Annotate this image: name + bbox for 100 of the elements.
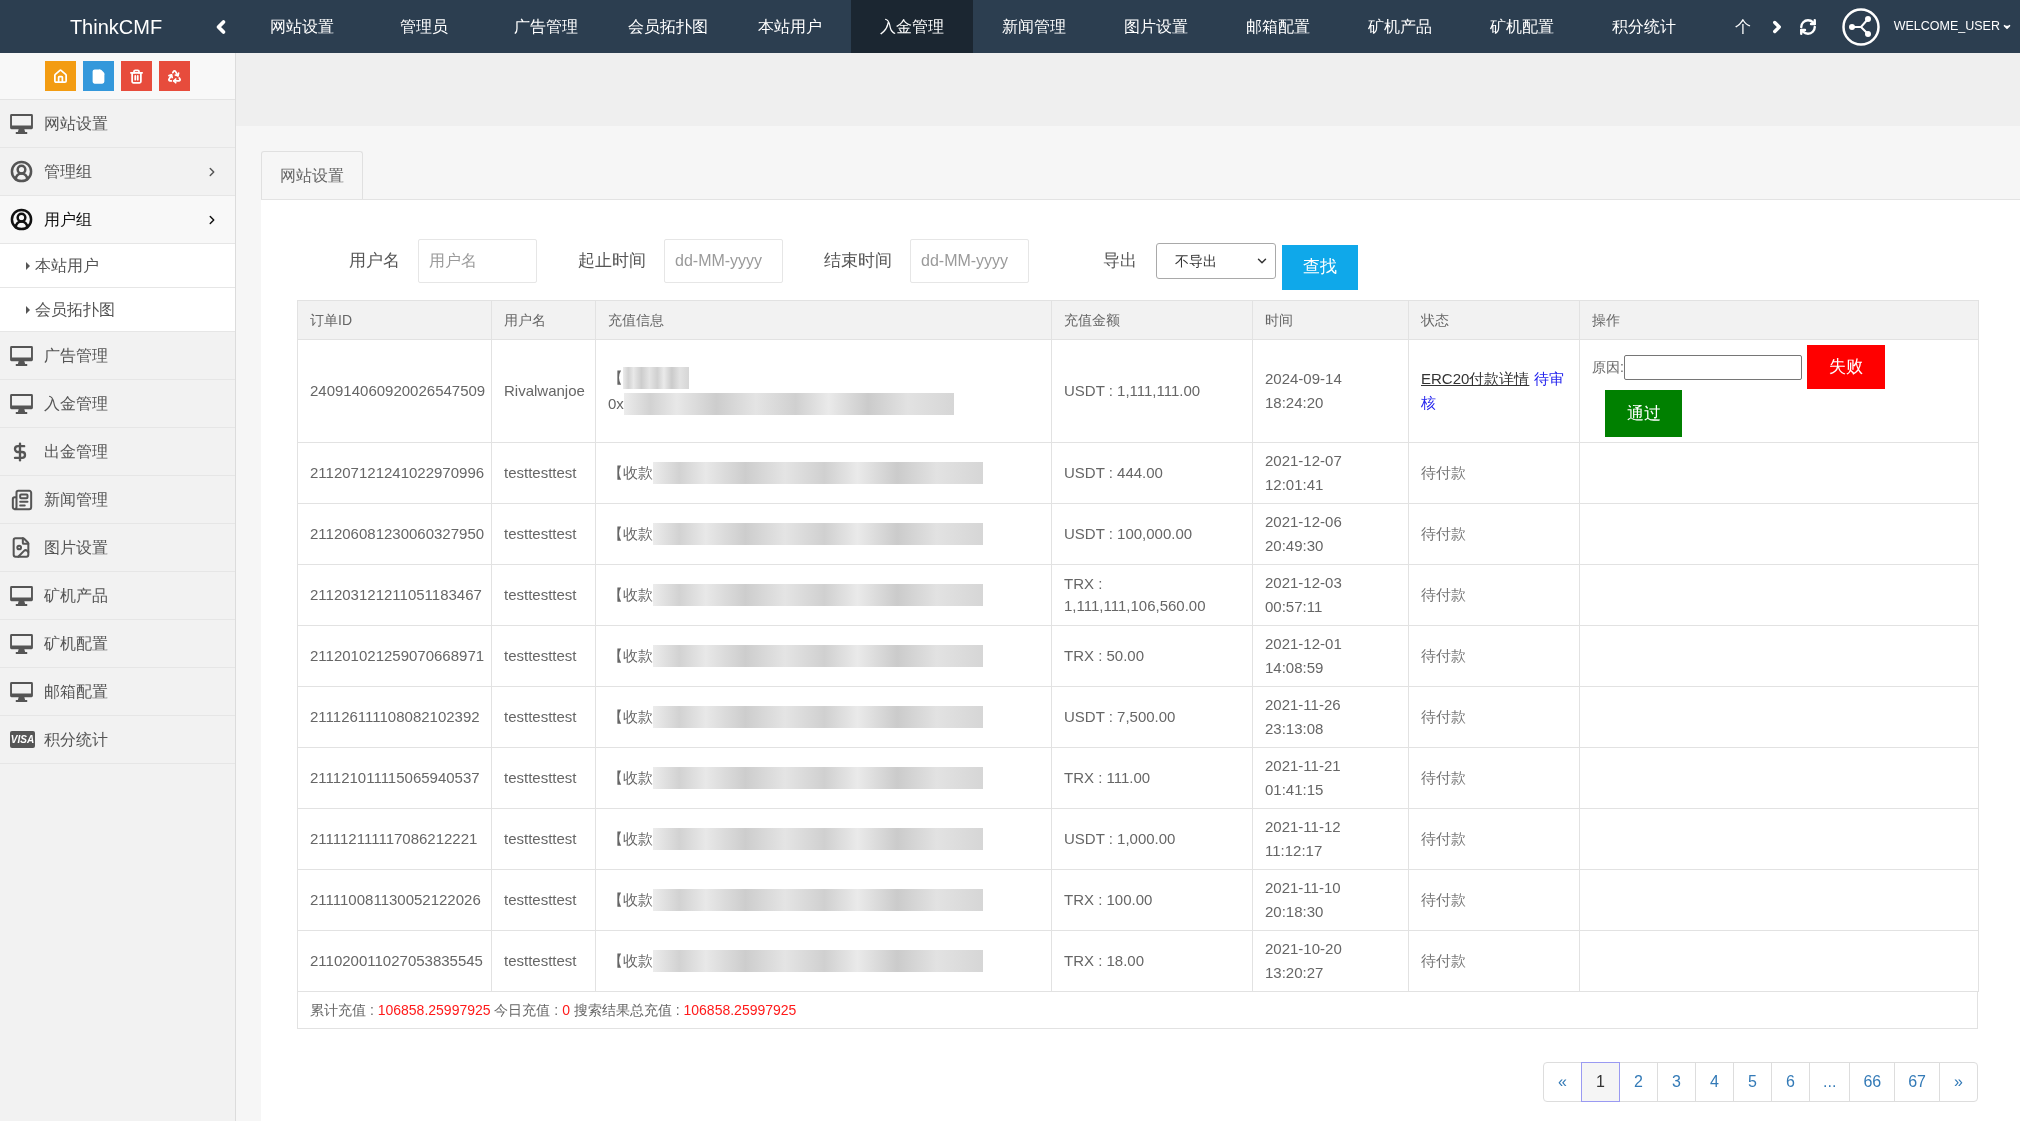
table-cell: 211203121211051183467 — [297, 564, 492, 626]
page-link[interactable]: 1 — [1581, 1062, 1621, 1102]
table-cell: 待付款 — [1408, 503, 1580, 565]
nav-tab[interactable]: 会员拓扑图 — [607, 0, 729, 53]
page-link[interactable]: 67 — [1894, 1062, 1940, 1102]
table-cell: 240914060920026547509 — [297, 339, 492, 443]
page-link[interactable]: 3 — [1657, 1062, 1697, 1102]
filter-input[interactable]: 用户名 — [418, 239, 537, 283]
export-select[interactable]: 不导出 — [1156, 243, 1276, 279]
page-link[interactable]: 4 — [1695, 1062, 1735, 1102]
nav-tab[interactable]: 矿机产品 — [1339, 0, 1461, 53]
refresh-icon — [1799, 17, 1817, 36]
monitor-icon — [10, 633, 33, 654]
brand-logo[interactable]: ThinkCMF — [69, 11, 163, 42]
page-link[interactable]: 2 — [1619, 1062, 1659, 1102]
home-icon — [53, 68, 68, 84]
sidebar-item[interactable]: 用户组 — [0, 196, 235, 244]
table-cell: Rivalwanjoe — [491, 339, 596, 443]
table-cell: 待付款 — [1408, 625, 1580, 687]
card-icon: VISA — [10, 731, 35, 748]
nav-tab[interactable]: 网站设置 — [241, 0, 363, 53]
delete-button[interactable] — [121, 61, 152, 91]
table-cell: testtesttest — [491, 869, 596, 931]
recycle-button[interactable] — [159, 61, 190, 91]
user-circle-icon — [10, 208, 33, 231]
nav-tab[interactable]: 积分统计 — [1583, 0, 1705, 53]
nav-tab[interactable]: 个 — [1705, 0, 1765, 53]
filter-input[interactable]: dd-MM-yyyy — [664, 239, 783, 283]
table-cell: 211020011027053835545 — [297, 930, 492, 992]
column-header: 状态 — [1408, 300, 1580, 340]
nav-tab[interactable]: 图片设置 — [1095, 0, 1217, 53]
recycle-icon — [167, 68, 182, 84]
page-link[interactable]: 66 — [1849, 1062, 1896, 1102]
table-cell: 211126111108082102392 — [297, 686, 492, 748]
recharge-info-text: 【收款 — [608, 584, 653, 605]
recharge-info-text: 【 — [608, 367, 623, 388]
new-file-button[interactable] — [83, 61, 114, 91]
table-cell: 待付款 — [1408, 808, 1580, 870]
table-cell: TRX : 50.00 — [1051, 625, 1253, 687]
table-cell: 2021-11-21 01:41:15 — [1252, 747, 1409, 809]
recharge-info-text: 0x — [608, 394, 624, 414]
column-header: 操作 — [1579, 300, 1979, 340]
tab[interactable]: 网站设置 — [261, 151, 363, 200]
filter-label: 起止时间 — [578, 250, 646, 273]
page-link[interactable]: 5 — [1733, 1062, 1773, 1102]
nav-tab[interactable]: 广告管理 — [485, 0, 607, 53]
table-cell: 211207121241022970996 — [297, 442, 492, 504]
recharge-info-text: 【收款 — [608, 645, 653, 666]
table-cell: 2021-10-20 13:20:27 — [1252, 930, 1409, 992]
table-cell: testtesttest — [491, 686, 596, 748]
table-cell: 2021-12-01 14:08:59 — [1252, 625, 1409, 687]
table-cell: 待付款 — [1408, 930, 1580, 992]
column-header: 订单ID — [297, 300, 492, 340]
recharge-info-text: 【收款 — [608, 889, 653, 910]
table-cell: 211206081230060327950 — [297, 503, 492, 565]
monitor-icon — [10, 393, 33, 414]
reason-input[interactable] — [1623, 354, 1802, 380]
trash-icon — [129, 68, 144, 84]
table-cell: USDT : 1,111,111.00 — [1051, 339, 1253, 443]
page-link[interactable]: « — [1543, 1062, 1583, 1102]
table-cell: 211110081130052122026 — [297, 869, 492, 931]
table-cell: TRX : 111.00 — [1051, 747, 1253, 809]
page-link[interactable]: » — [1939, 1062, 1978, 1102]
nav-tab[interactable]: 矿机配置 — [1461, 0, 1583, 53]
recharge-info-text: 【收款 — [608, 828, 653, 849]
recharge-info-text: 【收款 — [608, 767, 653, 788]
filter-input[interactable]: dd-MM-yyyy — [910, 239, 1029, 283]
monitor-icon — [10, 681, 33, 702]
recharge-info-text: 【收款 — [608, 706, 653, 727]
nav-tab[interactable]: 邮箱配置 — [1217, 0, 1339, 53]
column-header: 充值金额 — [1051, 300, 1253, 340]
payment-details-link[interactable]: ERC20付款详情 — [1421, 370, 1530, 387]
table-cell: 待付款 — [1408, 869, 1580, 931]
nav-tab[interactable]: 入金管理 — [851, 0, 973, 53]
page-link[interactable]: ... — [1809, 1062, 1851, 1102]
monitor-icon — [10, 585, 33, 606]
table-cell: testtesttest — [491, 503, 596, 565]
user-menu[interactable]: WELCOME_USER — [1893, 17, 2012, 36]
filter-label: 结束时间 — [824, 250, 892, 273]
table-cell: testtesttest — [491, 930, 596, 992]
table-cell: 2021-12-03 00:57:11 — [1252, 564, 1409, 626]
sidebar-subitem[interactable]: 本站用户 — [0, 244, 235, 288]
table-cell: TRX : 100.00 — [1051, 869, 1253, 931]
table-cell: testtesttest — [491, 564, 596, 626]
nav-tab[interactable]: 本站用户 — [729, 0, 851, 53]
caret-right-icon — [26, 305, 30, 314]
nav-tab[interactable]: 新闻管理 — [973, 0, 1095, 53]
reject-button[interactable]: 失败 — [1806, 345, 1885, 389]
column-header: 充值信息 — [595, 300, 1052, 340]
caret-right-icon — [26, 261, 30, 270]
nav-tab[interactable]: 管理员 — [363, 0, 485, 53]
page-link[interactable]: 6 — [1771, 1062, 1811, 1102]
monitor-icon — [10, 345, 33, 366]
filter-label: 用户名 — [349, 250, 400, 273]
table-cell: 2024-09-14 18:24:20 — [1252, 339, 1409, 443]
table-cell: 待付款 — [1408, 747, 1580, 809]
approve-button[interactable]: 通过 — [1605, 390, 1682, 437]
sidebar-subitem[interactable]: 会员拓扑图 — [0, 288, 235, 332]
table-cell: USDT : 1,000.00 — [1051, 808, 1253, 870]
user-circle-icon — [10, 160, 33, 183]
